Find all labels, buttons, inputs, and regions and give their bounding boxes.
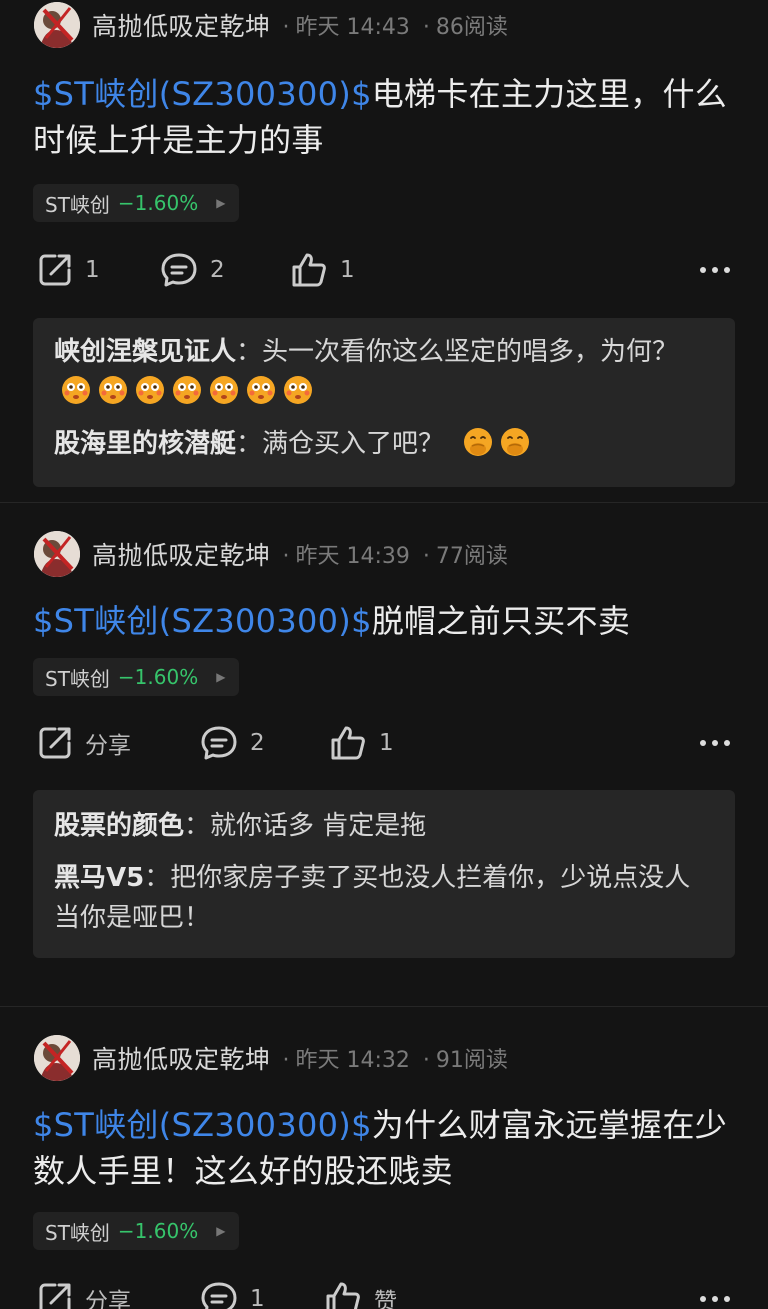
share-icon — [39, 254, 71, 286]
comment-preview[interactable]: 股票的颜色：就你话多 肯定是拖 黑马V5：把你家房子卖了买也没人拦着你，少说点没… — [33, 790, 735, 958]
stock-change: −1.60% — [117, 1219, 199, 1243]
like-button[interactable]: 赞 — [324, 1281, 397, 1309]
flushed-face-icon — [210, 376, 238, 404]
comment-button[interactable]: 2 — [160, 252, 225, 288]
comment-count: 1 — [250, 1286, 265, 1309]
comment-button[interactable]: 2 — [200, 725, 265, 761]
comment-user[interactable]: 黑马V5 — [54, 863, 144, 893]
comment-text: 满仓买入了吧？ — [262, 429, 445, 459]
hand-over-mouth-face-icon — [501, 428, 530, 456]
stock-change: −1.60% — [117, 191, 199, 215]
hand-over-mouth-face-icon — [464, 428, 493, 456]
post-meta: · 昨天 14:32 · 91阅读 — [282, 1048, 508, 1073]
share-label: 分享 — [85, 1289, 131, 1309]
post-time: 昨天 14:43 — [295, 15, 410, 40]
emoji-group — [462, 428, 536, 459]
more-dots-icon[interactable] — [700, 740, 730, 746]
flushed-face-icon — [136, 376, 164, 404]
comment-text: 头一次看你这么坚定的唱多，为何？ — [262, 337, 679, 367]
comment-icon — [201, 726, 237, 760]
post-header: 高抛低吸定乾坤 · 昨天 14:39 · 77阅读 — [33, 529, 735, 579]
post-body[interactable]: $ST峡创(SZ300300)$电梯卡在主力这里，什么时候上升是主力的事 — [33, 71, 733, 163]
feed: 高抛低吸定乾坤 · 昨天 14:43 · 86阅读 $ST峡创(SZ300300)$… — [0, 0, 768, 1309]
comment-user[interactable]: 股票的颜色 — [54, 811, 184, 841]
avatar[interactable] — [34, 531, 80, 577]
comment-user[interactable]: 峡创涅槃见证人 — [54, 337, 236, 367]
like-count: 1 — [340, 257, 355, 283]
emoji-group — [60, 376, 319, 407]
action-bar: 1 2 1 — [33, 222, 735, 318]
post[interactable]: 高抛低吸定乾坤 · 昨天 14:39 · 77阅读 $ST峡创(SZ300300)$… — [0, 529, 768, 1007]
comment-item: 股票的颜色：就你话多 肯定是拖 — [54, 811, 427, 841]
action-bar: 分享 1 赞 — [33, 1250, 735, 1309]
comment-item: 峡创涅槃见证人：头一次看你这么坚定的唱多，为何？ — [54, 332, 715, 412]
post-time: 昨天 14:32 — [295, 1048, 410, 1073]
read-count: 86阅读 — [435, 15, 508, 40]
more-dots-icon[interactable] — [700, 267, 730, 273]
more-dots-icon[interactable] — [700, 1296, 730, 1302]
avatar[interactable] — [34, 1035, 80, 1081]
share-button[interactable]: 分享 — [37, 1281, 131, 1309]
stock-chip[interactable]: ST峡创 −1.60% ▶ — [33, 658, 240, 696]
stock-name: ST峡创 — [45, 666, 110, 691]
comment-count: 2 — [250, 730, 265, 756]
comment-count: 2 — [210, 257, 225, 283]
share-icon — [39, 1283, 71, 1309]
author-name[interactable]: 高抛低吸定乾坤 — [92, 1040, 271, 1076]
stock-change: −1.60% — [117, 665, 199, 689]
stock-tag-link[interactable]: $ST峡创(SZ300300)$ — [33, 602, 372, 640]
post-time: 昨天 14:39 — [295, 544, 410, 569]
like-count: 1 — [379, 730, 394, 756]
post-body[interactable]: $ST峡创(SZ300300)$为什么财富永远掌握在少数人手里！这么好的股还贱卖 — [33, 1102, 733, 1194]
stock-name: ST峡创 — [45, 192, 110, 217]
read-count: 77阅读 — [435, 544, 508, 569]
post-text: 脱帽之前只买不卖 — [371, 602, 631, 640]
post-header: 高抛低吸定乾坤 · 昨天 14:43 · 86阅读 — [33, 0, 735, 50]
thumbs-up-icon — [326, 1282, 360, 1309]
like-label: 赞 — [374, 1289, 397, 1309]
like-button[interactable]: 1 — [290, 252, 355, 288]
comment-item: 股海里的核潜艇：满仓买入了吧？ — [54, 424, 715, 464]
share-label: 分享 — [85, 733, 131, 759]
flushed-face-icon — [99, 376, 127, 404]
comment-user[interactable]: 股海里的核潜艇 — [54, 429, 236, 459]
chevron-right-icon: ▶ — [216, 196, 226, 210]
post-header: 高抛低吸定乾坤 · 昨天 14:32 · 91阅读 — [33, 1033, 735, 1083]
thumbs-up-icon — [292, 253, 326, 287]
share-count: 1 — [85, 257, 100, 283]
comment-icon — [161, 253, 197, 287]
flushed-face-icon — [62, 376, 90, 404]
post-meta: · 昨天 14:39 · 77阅读 — [282, 544, 508, 569]
post[interactable]: 高抛低吸定乾坤 · 昨天 14:32 · 91阅读 $ST峡创(SZ300300)$… — [0, 1033, 768, 1309]
post-meta: · 昨天 14:43 · 86阅读 — [282, 15, 508, 40]
chevron-right-icon: ▶ — [216, 670, 226, 684]
post[interactable]: 高抛低吸定乾坤 · 昨天 14:43 · 86阅读 $ST峡创(SZ300300)$… — [0, 0, 768, 503]
read-count: 91阅读 — [435, 1048, 508, 1073]
comment-item: 黑马V5：把你家房子卖了买也没人拦着你，少说点没人当你是哑巴！ — [54, 863, 691, 933]
comment-button[interactable]: 1 — [200, 1281, 265, 1309]
comment-icon — [201, 1282, 237, 1309]
stock-chip[interactable]: ST峡创 −1.60% ▶ — [33, 1212, 240, 1250]
flushed-face-icon — [284, 376, 312, 404]
avatar[interactable] — [34, 2, 80, 48]
action-bar: 分享 2 1 — [33, 696, 735, 790]
thumbs-up-icon — [331, 726, 365, 760]
share-icon — [39, 727, 71, 759]
share-button[interactable]: 1 — [37, 252, 100, 288]
post-body[interactable]: $ST峡创(SZ300300)$脱帽之前只买不卖 — [33, 598, 733, 644]
like-button[interactable]: 1 — [329, 725, 394, 761]
author-name[interactable]: 高抛低吸定乾坤 — [92, 7, 271, 43]
flushed-face-icon — [247, 376, 275, 404]
stock-chip[interactable]: ST峡创 −1.60% ▶ — [33, 184, 240, 222]
stock-name: ST峡创 — [45, 1220, 110, 1245]
stock-tag-link[interactable]: $ST峡创(SZ300300)$ — [33, 75, 372, 113]
chevron-right-icon: ▶ — [216, 1224, 226, 1238]
stock-tag-link[interactable]: $ST峡创(SZ300300)$ — [33, 1106, 372, 1144]
comment-text: 就你话多 肯定是拖 — [210, 811, 427, 841]
share-button[interactable]: 分享 — [37, 725, 131, 761]
comment-preview[interactable]: 峡创涅槃见证人：头一次看你这么坚定的唱多，为何？ 股海里的核潜艇：满仓买入了吧？ — [33, 318, 735, 487]
author-name[interactable]: 高抛低吸定乾坤 — [92, 536, 271, 572]
flushed-face-icon — [173, 376, 201, 404]
